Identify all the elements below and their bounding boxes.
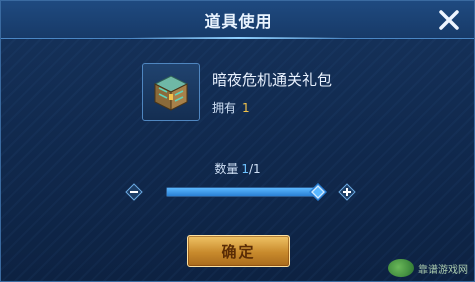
watermark-text: 靠谱游戏网 — [418, 264, 468, 276]
dialog-title: 道具使用 — [204, 12, 273, 31]
quantity-total: /1 — [248, 162, 261, 176]
quantity-slider[interactable] — [166, 187, 318, 197]
item-name: 暗夜危机通关礼包 — [212, 71, 333, 89]
quantity-label: 数量 1/1 — [1, 160, 474, 177]
watermark: 靠谱游戏网 — [388, 259, 468, 277]
close-button[interactable] — [434, 5, 464, 35]
close-icon — [439, 10, 459, 30]
slider-fill — [167, 188, 317, 196]
item-use-dialog: 道具使用 暗夜危机通关礼包 拥有 1 数量 1/1 确定 靠谱游戏网 — [0, 0, 475, 282]
treasure-chest-icon — [153, 75, 189, 111]
diamond-handle-icon — [308, 182, 328, 202]
increase-button[interactable] — [338, 183, 356, 201]
watermark-logo-icon — [388, 259, 414, 277]
decrease-button[interactable] — [125, 183, 143, 201]
plus-icon — [338, 183, 356, 201]
owned-count: 1 — [242, 101, 250, 115]
confirm-button[interactable]: 确定 — [187, 235, 290, 267]
item-owned: 拥有 1 — [212, 99, 250, 116]
slider-handle[interactable] — [308, 182, 328, 202]
quantity-text: 数量 — [214, 162, 239, 176]
owned-label: 拥有 — [212, 101, 237, 115]
dialog-header: 道具使用 — [1, 1, 474, 39]
item-icon-frame — [142, 63, 200, 121]
quantity-current: 1 — [241, 162, 249, 176]
minus-icon — [125, 183, 143, 201]
